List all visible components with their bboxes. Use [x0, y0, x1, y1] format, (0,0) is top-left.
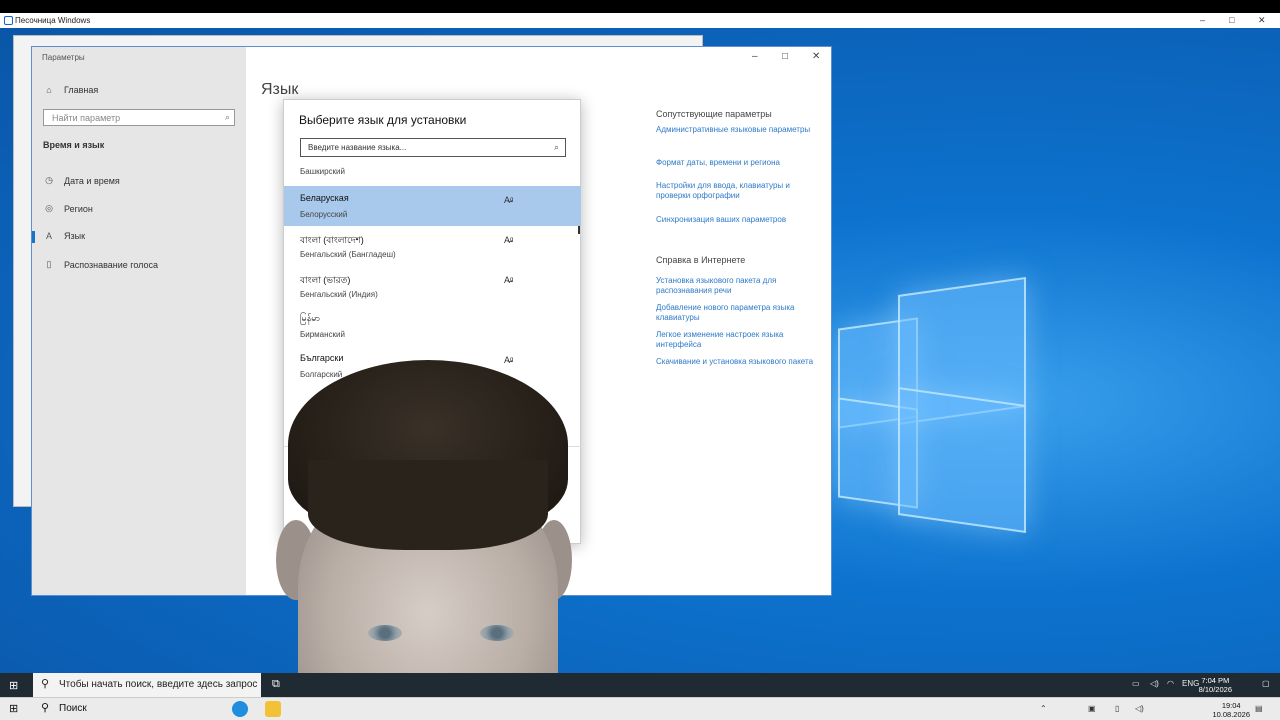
language-list-item[interactable]: বাংলা (ভারত) Бенгальский (Индия) A̶ᵍ — [284, 266, 581, 306]
nav-group-heading: Время и язык — [43, 140, 105, 150]
notification-icon[interactable]: ▤ — [1255, 704, 1263, 713]
sidebar-item-language[interactable]: A Язык — [44, 231, 85, 241]
related-link-admin-language[interactable]: Административные языковые параметры — [656, 125, 816, 135]
sandbox-time: 7:04 PM — [1201, 676, 1230, 685]
webcam-eye — [368, 625, 402, 641]
sandbox-title: Песочница Windows — [15, 16, 91, 25]
language-list-item[interactable]: Беларуская Белорусский A̶ᵍ — [284, 186, 581, 226]
related-link-typing[interactable]: Настройки для ввода, клавиатуры и провер… — [656, 181, 816, 201]
host-time: 19:04 — [1221, 701, 1241, 710]
network-icon[interactable]: ▭ — [1132, 679, 1140, 688]
language-russian-name: Бенгальский (Бангладеш) — [300, 250, 396, 259]
language-list-item[interactable]: বাংলা (বাংলাদেশ) Бенгальский (Бангладеш)… — [284, 226, 581, 266]
settings-minimize-button[interactable]: – — [752, 51, 758, 62]
microphone-icon[interactable]: ▯ — [1115, 704, 1119, 713]
help-link-speech-pack[interactable]: Установка языкового пакета для распознав… — [656, 276, 816, 296]
settings-search-placeholder: Найти параметр — [52, 113, 121, 123]
globe-icon: ◎ — [45, 203, 53, 213]
help-link-display-language[interactable]: Легкое изменение настроек языка интерфей… — [656, 330, 816, 350]
home-icon: ⌂ — [46, 85, 52, 95]
webcam-eye — [480, 625, 514, 641]
sidebar-item-label: Распознавание голоса — [64, 259, 159, 270]
page-title: Язык — [261, 81, 299, 98]
list-item-partial[interactable]: Башкирский — [300, 167, 345, 176]
language-russian-name: Белорусский — [300, 210, 348, 219]
volume-icon[interactable]: ◁) — [1150, 679, 1159, 688]
settings-app-title: Параметры — [42, 53, 85, 62]
language-russian-name: Бенгальский (Индия) — [300, 290, 378, 299]
text-to-speech-icon: A̶ᵍ — [504, 235, 514, 245]
sandbox-taskbar: ⊞ ⚲ Чтобы начать поиск, введите здесь за… — [0, 673, 1280, 697]
language-search-input[interactable]: Введите название языка... ⌕ — [300, 138, 566, 157]
help-link-download-pack[interactable]: Скачивание и установка языкового пакета — [656, 357, 816, 367]
edge-browser-icon[interactable] — [232, 701, 248, 717]
language-icon: A — [45, 231, 52, 241]
host-search-button[interactable]: ⚲ Поиск — [33, 698, 173, 720]
microphone-icon: ▯ — [46, 259, 52, 269]
language-native-name: বাংলা (ভারত) — [300, 275, 351, 285]
search-icon: ⚲ — [41, 702, 50, 714]
host-date: 10.08.2026 — [1212, 710, 1250, 719]
host-search-label: Поиск — [59, 703, 87, 714]
help-title: Справка в Интернете — [656, 255, 746, 265]
language-native-name: বাংলা (বাংলাদেশ) — [300, 235, 364, 245]
language-native-name: Беларуская — [300, 193, 349, 203]
webcam-fringe — [308, 460, 548, 550]
sandbox-close-button[interactable]: ✕ — [1258, 15, 1266, 26]
settings-close-button[interactable]: ✕ — [812, 51, 820, 62]
help-link-keyboard[interactable]: Добавление нового параметра языка клавиа… — [656, 303, 816, 323]
wifi-icon[interactable]: ◠ — [1167, 679, 1174, 688]
sandbox-app-icon — [4, 16, 13, 25]
sidebar-item-label: Язык — [64, 231, 86, 241]
language-list-item[interactable]: မြန်မာ Бирманский — [284, 306, 581, 346]
sidebar-item-label: Дата и время — [64, 175, 120, 186]
windows-start-icon[interactable]: ⊞ — [9, 679, 18, 692]
host-taskbar: ⊞ ⚲ Поиск ⌃ ▣ ▯ ◁) 19:04 10.08.2026 ▤ — [0, 697, 1280, 720]
text-to-speech-icon: A̶ᵍ — [504, 195, 514, 205]
language-russian-name: Бирманский — [300, 330, 345, 339]
sandbox-clock[interactable]: 7:04 PM 8/10/2026 — [1199, 676, 1232, 694]
windows-start-icon[interactable]: ⊞ — [9, 702, 18, 715]
chevron-up-icon[interactable]: ⌃ — [1040, 704, 1047, 713]
tray-icon[interactable]: ▣ — [1088, 704, 1096, 713]
volume-icon[interactable]: ◁) — [1135, 704, 1144, 713]
related-link-date-format[interactable]: Формат даты, времени и региона — [656, 158, 816, 168]
calendar-clock-icon: ◷ — [45, 175, 53, 185]
sandbox-date: 8/10/2026 — [1198, 685, 1232, 694]
language-native-name: မြန်မာ — [300, 313, 321, 323]
sandbox-maximize-button[interactable]: □ — [1229, 15, 1234, 25]
settings-maximize-button[interactable]: □ — [782, 51, 788, 62]
sandbox-taskbar-search[interactable]: ⚲ Чтобы начать поиск, введите здесь запр… — [33, 673, 261, 697]
search-icon: ⌕ — [553, 142, 559, 152]
search-icon: ⌕ — [224, 112, 230, 122]
input-language[interactable]: ENG — [1182, 679, 1199, 688]
sidebar-item-speech[interactable]: ▯ Распознавание голоса — [44, 259, 159, 270]
sandbox-search-placeholder: Чтобы начать поиск, введите здесь запрос — [59, 679, 258, 690]
nav-home-label: Главная — [64, 85, 99, 95]
settings-search-input[interactable]: Найти параметр ⌕ — [43, 109, 235, 126]
related-settings-title: Сопутствующие параметры — [656, 109, 772, 119]
active-indicator — [32, 231, 35, 243]
sidebar-item-region[interactable]: ◎ Регион — [44, 203, 93, 214]
sidebar-item-date-time[interactable]: ◷ Дата и время — [44, 175, 120, 186]
nav-home[interactable]: ⌂ Главная — [44, 85, 98, 95]
sidebar-item-label: Регион — [64, 203, 93, 214]
windows-logo-pane-br — [898, 387, 1026, 533]
notification-icon[interactable]: ▢ — [1262, 679, 1270, 688]
related-link-sync[interactable]: Синхронизация ваших параметров — [656, 215, 816, 225]
search-icon: ⚲ — [41, 678, 50, 690]
settings-sidebar: Параметры ⌂ Главная Найти параметр ⌕ Вре… — [32, 47, 246, 595]
dialog-title: Выберите язык для установки — [299, 113, 467, 127]
sandbox-title-bar[interactable]: Песочница Windows – □ ✕ — [0, 13, 1280, 28]
task-view-icon[interactable]: ⧉ — [272, 678, 280, 691]
language-search-placeholder: Введите название языка... — [308, 143, 407, 152]
file-explorer-icon[interactable] — [265, 701, 281, 717]
text-to-speech-icon: A̶ᵍ — [504, 275, 514, 285]
webcam-overlay — [268, 360, 574, 720]
host-clock[interactable]: 19:04 10.08.2026 — [1212, 701, 1250, 719]
sandbox-minimize-button[interactable]: – — [1200, 15, 1205, 25]
